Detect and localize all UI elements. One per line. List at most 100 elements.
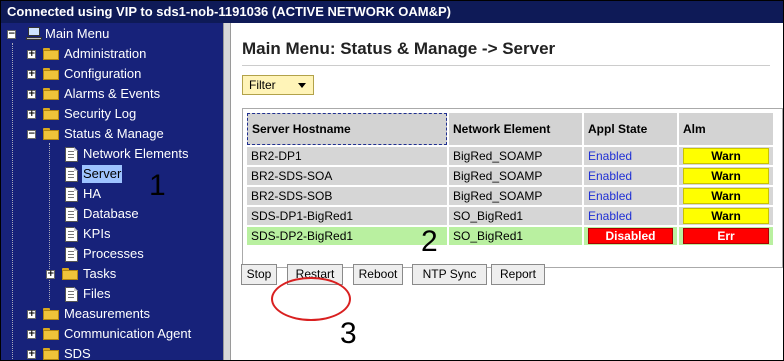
- alm-cell: Warn: [679, 187, 773, 205]
- expand-icon[interactable]: +: [27, 330, 36, 339]
- sidebar-item-tasks[interactable]: + Tasks: [1, 265, 223, 283]
- hostname-cell: BR2-DP1: [247, 147, 447, 165]
- expand-icon[interactable]: +: [27, 310, 36, 319]
- page-icon: [65, 207, 78, 222]
- expand-icon[interactable]: +: [27, 110, 36, 119]
- sidebar-item-communication-agent[interactable]: + Communication Agent: [1, 325, 223, 343]
- sidebar-item-administration[interactable]: + Administration: [1, 45, 223, 63]
- server-table: Server Hostname Network Element Appl Sta…: [245, 111, 775, 247]
- tree-label: Administration: [64, 46, 147, 61]
- sidebar-item-status-manage[interactable]: − Status & Manage: [1, 125, 223, 143]
- sidebar-item-server[interactable]: Server: [1, 165, 223, 183]
- alm-cell: Err: [679, 227, 773, 245]
- sidebar-item-database[interactable]: Database: [1, 205, 223, 223]
- tree-label: Main Menu: [45, 26, 110, 41]
- tree-label: Processes: [83, 246, 144, 261]
- sidebar-item-configuration[interactable]: + Configuration: [1, 65, 223, 83]
- network-element-cell: BigRed_SOAMP: [449, 167, 582, 185]
- hostname-cell: BR2-SDS-SOA: [247, 167, 447, 185]
- sidebar-item-processes[interactable]: Processes: [1, 245, 223, 263]
- ntp-sync-button[interactable]: NTP Sync: [412, 264, 487, 285]
- tree-label: Measurements: [64, 306, 150, 321]
- annotation-number: 3: [340, 317, 357, 350]
- sidebar-item-sds[interactable]: + SDS: [1, 345, 223, 361]
- appl-state-badge: Disabled: [588, 228, 673, 244]
- annotation-number: 2: [421, 225, 438, 258]
- filter-button[interactable]: Filter: [242, 75, 314, 95]
- page-icon: [65, 227, 78, 242]
- network-element-cell: SO_BigRed1: [449, 207, 582, 225]
- sidebar-item-kpis[interactable]: KPIs: [1, 225, 223, 243]
- tree-label: Network Elements: [83, 146, 189, 161]
- sidebar-item-network-elements[interactable]: Network Elements: [1, 145, 223, 163]
- tree-label: Files: [83, 286, 111, 301]
- table-header-row: Server Hostname Network Element Appl Sta…: [247, 113, 773, 145]
- table-row[interactable]: BR2-DP1 BigRed_SOAMP Enabled Warn: [247, 147, 773, 165]
- sidebar-item-security-log[interactable]: + Security Log: [1, 105, 223, 123]
- tree-label: Configuration: [64, 66, 142, 81]
- table-row-selected[interactable]: SDS-DP2-BigRed1 SO_BigRed1 Disabled Err: [247, 227, 773, 245]
- table-row[interactable]: BR2-SDS-SOA BigRed_SOAMP Enabled Warn: [247, 167, 773, 185]
- alarm-badge: Err: [683, 228, 769, 244]
- tree-label: Database: [83, 206, 139, 221]
- report-button[interactable]: Report: [491, 264, 545, 285]
- title-divider: [242, 65, 770, 66]
- folder-icon: [43, 48, 59, 60]
- collapse-icon[interactable]: −: [7, 30, 16, 39]
- folder-icon: [43, 308, 59, 320]
- alm-cell: Warn: [679, 207, 773, 225]
- appl-state-cell: Enabled: [584, 167, 677, 185]
- alarm-badge: Warn: [683, 208, 769, 224]
- collapse-icon[interactable]: −: [27, 130, 36, 139]
- dropdown-arrow-icon: [298, 83, 306, 88]
- tree-label: Tasks: [83, 266, 117, 281]
- column-header-appl-state[interactable]: Appl State: [584, 113, 677, 145]
- connection-status-bar: Connected using VIP to sds1-nob-1191036 …: [1, 1, 783, 23]
- folder-icon: [43, 348, 59, 360]
- reboot-button[interactable]: Reboot: [353, 264, 403, 285]
- expand-icon[interactable]: +: [27, 70, 36, 79]
- expand-icon[interactable]: +: [27, 90, 36, 99]
- expand-icon[interactable]: +: [27, 50, 36, 59]
- computer-icon: [26, 27, 42, 41]
- folder-icon: [43, 108, 59, 120]
- network-element-cell: SO_BigRed1: [449, 227, 582, 245]
- hostname-cell: BR2-SDS-SOB: [247, 187, 447, 205]
- alm-cell: Warn: [679, 167, 773, 185]
- tree-label: Status & Manage: [64, 126, 164, 141]
- tree-label: HA: [83, 186, 102, 201]
- sidebar-item-ha[interactable]: HA: [1, 185, 223, 203]
- alarm-badge: Warn: [683, 168, 769, 184]
- sidebar-item-alarms-events[interactable]: + Alarms & Events: [1, 85, 223, 103]
- expand-icon[interactable]: +: [46, 270, 55, 279]
- annotation-circle: [271, 277, 351, 321]
- sidebar-item-files[interactable]: Files: [1, 285, 223, 303]
- appl-state-cell: Enabled: [584, 207, 677, 225]
- sidebar-tree: − Main Menu + Administration + Configura…: [1, 23, 223, 361]
- hostname-cell: SDS-DP2-BigRed1: [247, 227, 447, 245]
- stop-button[interactable]: Stop: [241, 264, 277, 285]
- pane-splitter[interactable]: [223, 23, 231, 360]
- appl-state-cell: Enabled: [584, 147, 677, 165]
- tree-label: SDS: [64, 346, 91, 361]
- tree-label-selected: Server: [82, 165, 123, 183]
- sidebar-item-measurements[interactable]: + Measurements: [1, 305, 223, 323]
- filter-label: Filter: [249, 78, 276, 92]
- appl-state-cell: Enabled: [584, 187, 677, 205]
- column-header-network-element[interactable]: Network Element: [449, 113, 582, 145]
- page-icon: [65, 247, 78, 262]
- expand-icon[interactable]: +: [27, 350, 36, 359]
- tree-label: KPIs: [83, 226, 111, 241]
- folder-icon: [62, 268, 78, 280]
- network-element-cell: BigRed_SOAMP: [449, 187, 582, 205]
- network-element-cell: BigRed_SOAMP: [449, 147, 582, 165]
- table-row[interactable]: BR2-SDS-SOB BigRed_SOAMP Enabled Warn: [247, 187, 773, 205]
- column-header-hostname[interactable]: Server Hostname: [247, 113, 447, 145]
- annotation-number: 1: [149, 169, 166, 202]
- folder-icon: [43, 328, 59, 340]
- tree-label: Communication Agent: [64, 326, 192, 341]
- table-row[interactable]: SDS-DP1-BigRed1 SO_BigRed1 Enabled Warn: [247, 207, 773, 225]
- alarm-badge: Warn: [683, 188, 769, 204]
- tree-root-main-menu[interactable]: − Main Menu: [1, 25, 223, 43]
- column-header-alm[interactable]: Alm: [679, 113, 773, 145]
